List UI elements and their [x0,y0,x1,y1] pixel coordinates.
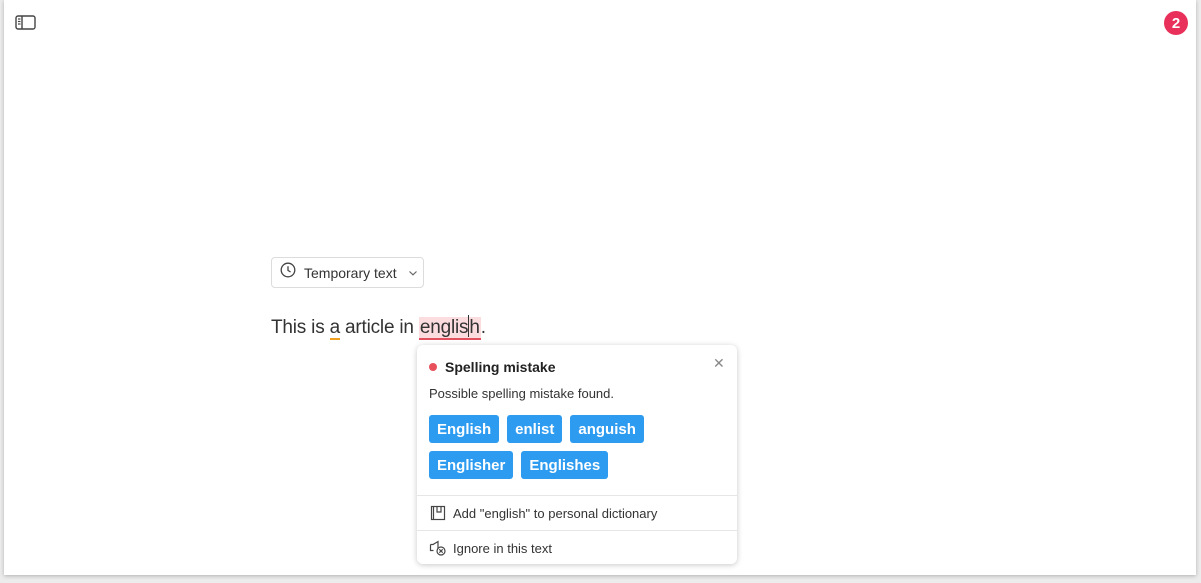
close-icon[interactable]: ✕ [713,355,725,372]
add-to-dictionary-label: Add "english" to personal dictionary [453,505,658,521]
suggestion-button[interactable]: English [429,415,500,443]
spelling-error-word[interactable]: english [418,315,481,340]
popup-message: Possible spelling mistake found. [429,386,614,401]
suggestion-button[interactable]: Englishes [521,451,609,479]
suggestion-button[interactable]: Englisher [429,451,514,479]
page: 2 Temporary text This is a article in en… [4,0,1196,575]
error-text: h [469,317,480,338]
editor-text: . [480,317,486,338]
editor-text: This is [271,317,330,338]
ignore-label: Ignore in this text [453,540,552,556]
suggestion-button[interactable]: anguish [570,415,644,443]
spelling-suggestion-popup: Spelling mistake ✕ Possible spelling mis… [417,345,737,564]
popup-title: Spelling mistake [445,359,556,375]
error-text: englis [419,317,469,338]
text-editor[interactable]: This is a article in english. [271,315,486,340]
clock-icon [280,262,296,283]
suggestion-button[interactable]: enlist [507,415,563,443]
dictionary-icon [429,504,447,522]
document-mode-dropdown[interactable]: Temporary text [271,257,424,288]
ignore-button[interactable]: Ignore in this text [417,531,737,565]
editor-text: article in [339,317,419,338]
error-dot-icon [429,363,437,371]
chevron-down-icon [408,264,418,282]
notification-badge[interactable]: 2 [1164,11,1188,35]
document-mode-label: Temporary text [304,264,397,281]
ignore-icon [429,539,447,557]
suggestion-list: English enlist anguish Englisher English… [429,415,729,479]
sidebar-toggle-icon[interactable] [15,14,37,32]
grammar-warning-word[interactable]: a [329,317,340,340]
add-to-dictionary-button[interactable]: Add "english" to personal dictionary [417,496,737,530]
